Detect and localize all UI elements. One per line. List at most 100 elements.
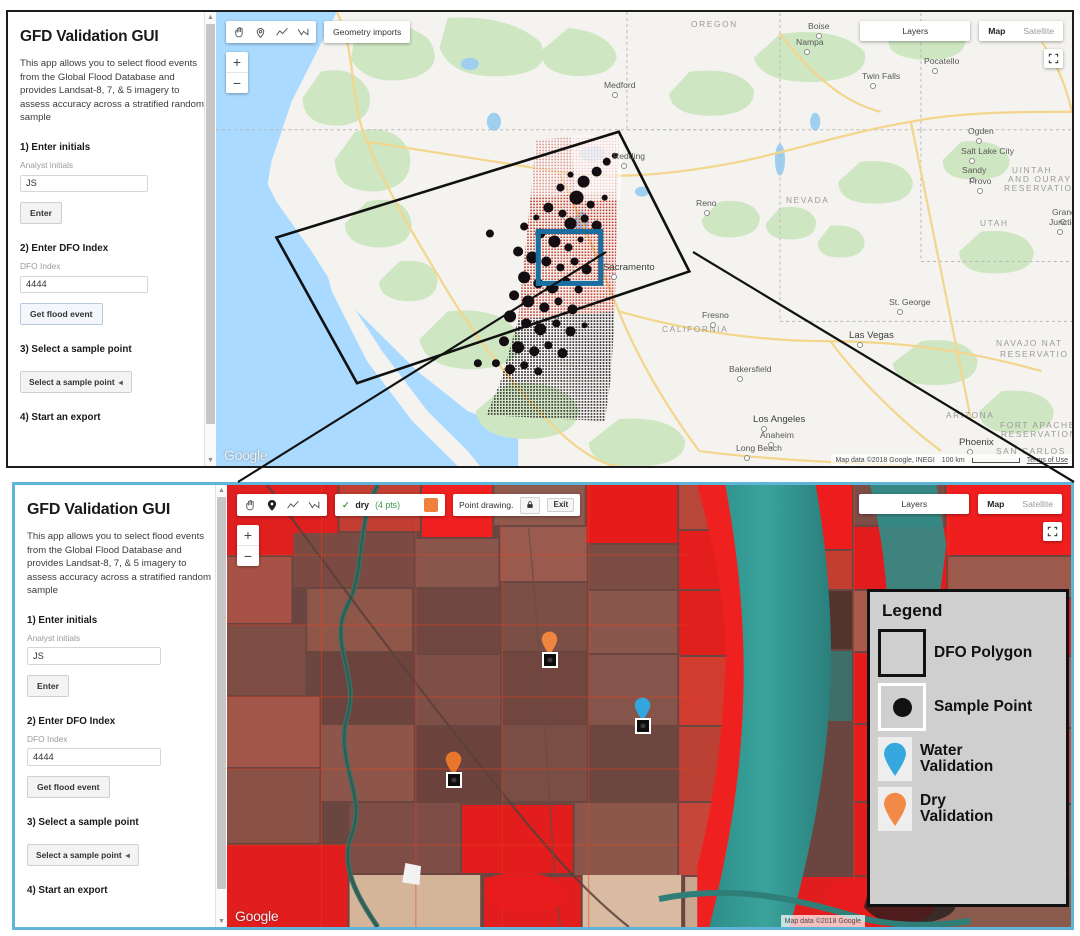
analyst-initials-input-detail[interactable] [27, 647, 161, 666]
dry-validation-marker-1[interactable] [541, 631, 558, 668]
app-description-detail: This app allows you to select flood even… [27, 531, 211, 597]
analyst-initials-input[interactable] [20, 175, 148, 193]
dfo-index-label: DFO Index [20, 261, 61, 272]
marker-pin-icon-detail[interactable] [261, 495, 282, 515]
zoom-in-button[interactable]: + [226, 52, 248, 73]
drawing-toolbar-detail[interactable]: ✓ dry (4 pts) Point drawing. Exit [237, 494, 581, 516]
line-icon-detail[interactable] [282, 495, 303, 515]
legend-item-water-validation: Water Validation [878, 737, 1058, 781]
drawing-status-group[interactable]: Point drawing. Exit [453, 494, 581, 516]
scrollbar-thumb-detail[interactable] [217, 497, 226, 889]
zoom-out-button-detail[interactable]: − [237, 546, 259, 566]
drawing-tools-group-detail[interactable] [237, 494, 327, 516]
map-label-salt-lake-city: Salt Lake City [961, 146, 1015, 156]
fullscreen-icon-detail[interactable] [1043, 522, 1062, 541]
get-flood-event-button-detail[interactable]: Get flood event [27, 776, 110, 799]
map-label-arizona: ARIZONA [946, 410, 995, 420]
layer-color-swatch[interactable] [424, 498, 439, 512]
google-logo-detail: Google [235, 908, 279, 924]
exit-button[interactable]: Exit [547, 498, 575, 512]
pan-hand-icon[interactable] [229, 22, 250, 42]
zoom-control[interactable]: + − [226, 52, 248, 93]
drawing-status-text: Point drawing. [459, 500, 514, 510]
dfo-index-input-detail[interactable] [27, 748, 161, 767]
overview-map[interactable]: OREGONIDAHONEVADACALIFORNIANAVAJO NATRES… [216, 12, 1072, 466]
sample-point-select-detail[interactable]: Select a sample point ◂ [27, 844, 139, 867]
sidebar-scrollbar-detail[interactable]: ▲ ▼ [215, 485, 227, 927]
map-type-map[interactable]: Map [979, 21, 1014, 41]
chevron-updown-icon-detail: ◂ [125, 851, 130, 861]
map-label-boise: Boise [808, 21, 830, 31]
map-label-dot [970, 177, 976, 183]
map-type-satellite[interactable]: Satellite [1014, 21, 1063, 41]
map-label-dot [761, 426, 767, 432]
pan-hand-icon-detail[interactable] [240, 495, 261, 515]
map-label-long-beach: Long Beach [736, 443, 782, 453]
lock-icon[interactable] [520, 496, 541, 514]
scrollbar-thumb[interactable] [206, 24, 215, 424]
map-label-reno: Reno [696, 198, 717, 208]
sample-point-select[interactable]: Select a sample point ◂ [20, 371, 132, 394]
water-validation-pin-swatch [878, 737, 912, 781]
map-type-switch-detail[interactable]: Map Satellite [978, 494, 1062, 514]
dfo-polygon-outline [216, 12, 1072, 466]
legend-item-dfo-polygon: DFO Polygon [878, 629, 1058, 677]
map-label-redding: Redding [613, 151, 646, 161]
attribution-text: Map data ©2018 Google, INEGI [835, 456, 935, 464]
sidebar-scrollbar[interactable]: ▲ ▼ [204, 12, 216, 466]
polygon-icon[interactable] [292, 22, 313, 42]
legend-item-dry-validation: Dry Validation [878, 787, 1058, 831]
sample-point-select-value-detail: Select a sample point [36, 850, 122, 861]
map-label-dot [816, 33, 822, 39]
step-3-heading: 3) Select a sample point [20, 344, 132, 356]
polygon-icon-detail[interactable] [303, 495, 324, 515]
enter-button[interactable]: Enter [20, 202, 62, 225]
map-label-dot [611, 274, 617, 280]
layer-check-icon[interactable]: ✓ [342, 500, 349, 511]
geometry-imports-button[interactable]: Geometry imports [324, 21, 411, 43]
enter-button-detail[interactable]: Enter [27, 675, 69, 698]
scroll-up-icon-detail[interactable]: ▲ [216, 485, 227, 496]
marker-pin-icon[interactable] [250, 22, 271, 42]
dfo-index-input[interactable] [20, 276, 148, 294]
detail-window: GFD Validation GUI This app allows you t… [12, 482, 1074, 930]
map-right-controls[interactable]: Layers Map Satellite [860, 21, 1063, 41]
step-2-heading-detail: 2) Enter DFO Index [27, 716, 116, 728]
terms-of-use-link[interactable]: Terms of Use [1027, 457, 1068, 464]
scroll-up-icon[interactable]: ▲ [205, 12, 216, 23]
drawing-tools-group[interactable] [226, 21, 316, 43]
sidebar-detail: GFD Validation GUI This app allows you t… [15, 485, 227, 927]
map-label-reservation: RESERVATION [1004, 183, 1072, 193]
map-type-switch[interactable]: Map Satellite [979, 21, 1063, 41]
map-label-dot [704, 210, 710, 216]
map-label-sandy: Sandy [962, 165, 987, 175]
water-validation-marker-1[interactable] [634, 697, 651, 734]
get-flood-event-button[interactable]: Get flood event [20, 303, 103, 326]
legend-title: Legend [882, 601, 943, 620]
scroll-down-icon[interactable]: ▼ [205, 455, 216, 466]
map-right-controls-detail[interactable]: Layers Map Satellite [859, 494, 1062, 514]
step-2-heading: 2) Enter DFO Index [20, 243, 109, 255]
layer-chip-dry[interactable]: ✓ dry (4 pts) [335, 494, 446, 516]
zoom-in-button-detail[interactable]: + [237, 525, 259, 546]
drawing-toolbar[interactable]: Geometry imports [226, 21, 411, 43]
sample-point-box-1 [541, 652, 558, 668]
scroll-down-icon-detail[interactable]: ▼ [216, 916, 227, 927]
map-label-dot [737, 376, 743, 382]
zoom-out-button[interactable]: − [226, 73, 248, 93]
fullscreen-icon[interactable] [1044, 49, 1063, 68]
map-type-map-detail[interactable]: Map [978, 494, 1013, 514]
detail-map[interactable]: ✓ dry (4 pts) Point drawing. Exit + − La… [227, 485, 1071, 927]
map-label-dot [857, 342, 863, 348]
legend-label-sample-point: Sample Point [934, 697, 1033, 715]
dry-validation-marker-2[interactable] [445, 751, 462, 788]
line-icon[interactable] [271, 22, 292, 42]
map-type-satellite-detail[interactable]: Satellite [1013, 494, 1062, 514]
map-label-dot [1060, 219, 1066, 225]
map-label-pocatello: Pocatello [924, 56, 960, 66]
layers-button-detail[interactable]: Layers [859, 494, 970, 514]
layers-button[interactable]: Layers [860, 21, 971, 41]
water-pin-icon-legend [884, 742, 906, 776]
zoom-control-detail[interactable]: + − [237, 525, 259, 566]
map-label-dot [977, 188, 983, 194]
